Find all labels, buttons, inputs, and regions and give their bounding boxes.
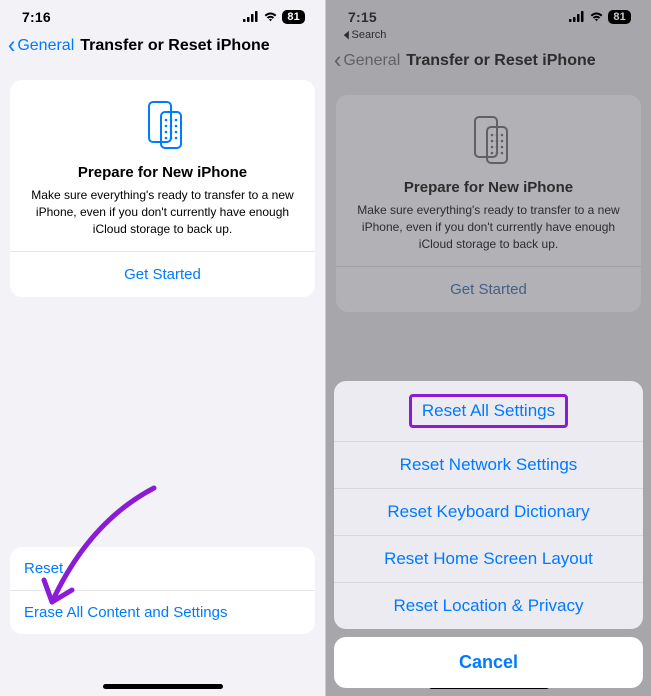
reset-location-privacy-option[interactable]: Reset Location & Privacy	[334, 582, 643, 629]
cellular-signal-icon	[243, 9, 259, 25]
reset-all-settings-option[interactable]: Reset All Settings	[334, 381, 643, 441]
back-label: General	[17, 37, 74, 55]
screen-transfer-reset: 7:16 81 ‹ General Transfer or Reset iPho…	[0, 0, 325, 696]
prepare-card: Prepare for New iPhone Make sure everyth…	[10, 80, 315, 297]
screen-reset-action-sheet: 7:15 81 ◀ Search ‹ General Transfer or R…	[326, 0, 651, 696]
prepare-title: Prepare for New iPhone	[24, 164, 301, 181]
erase-row[interactable]: Erase All Content and Settings	[10, 590, 315, 634]
reset-network-settings-option[interactable]: Reset Network Settings	[334, 441, 643, 488]
cancel-button[interactable]: Cancel	[334, 637, 643, 688]
home-indicator[interactable]	[103, 684, 223, 689]
action-sheet: Reset All Settings Reset Network Setting…	[334, 381, 643, 688]
status-indicators: 81	[243, 9, 305, 25]
status-time: 7:16	[22, 9, 51, 25]
status-bar: 7:16 81	[0, 0, 325, 28]
annotation-highlight: Reset All Settings	[409, 394, 568, 428]
reset-list: Reset Erase All Content and Settings	[10, 547, 315, 634]
nav-bar: ‹ General Transfer or Reset iPhone	[0, 28, 325, 66]
page-title: Transfer or Reset iPhone	[80, 37, 269, 55]
battery-level-icon: 81	[282, 10, 305, 24]
reset-row[interactable]: Reset	[10, 547, 315, 590]
wifi-icon	[263, 9, 278, 25]
devices-icon	[24, 96, 301, 152]
chevron-left-icon: ‹	[8, 31, 15, 60]
get-started-button[interactable]: Get Started	[10, 251, 315, 297]
prepare-description: Make sure everything's ready to transfer…	[24, 187, 301, 237]
reset-home-screen-layout-option[interactable]: Reset Home Screen Layout	[334, 535, 643, 582]
back-button[interactable]: ‹ General	[8, 34, 74, 58]
reset-keyboard-dictionary-option[interactable]: Reset Keyboard Dictionary	[334, 488, 643, 535]
